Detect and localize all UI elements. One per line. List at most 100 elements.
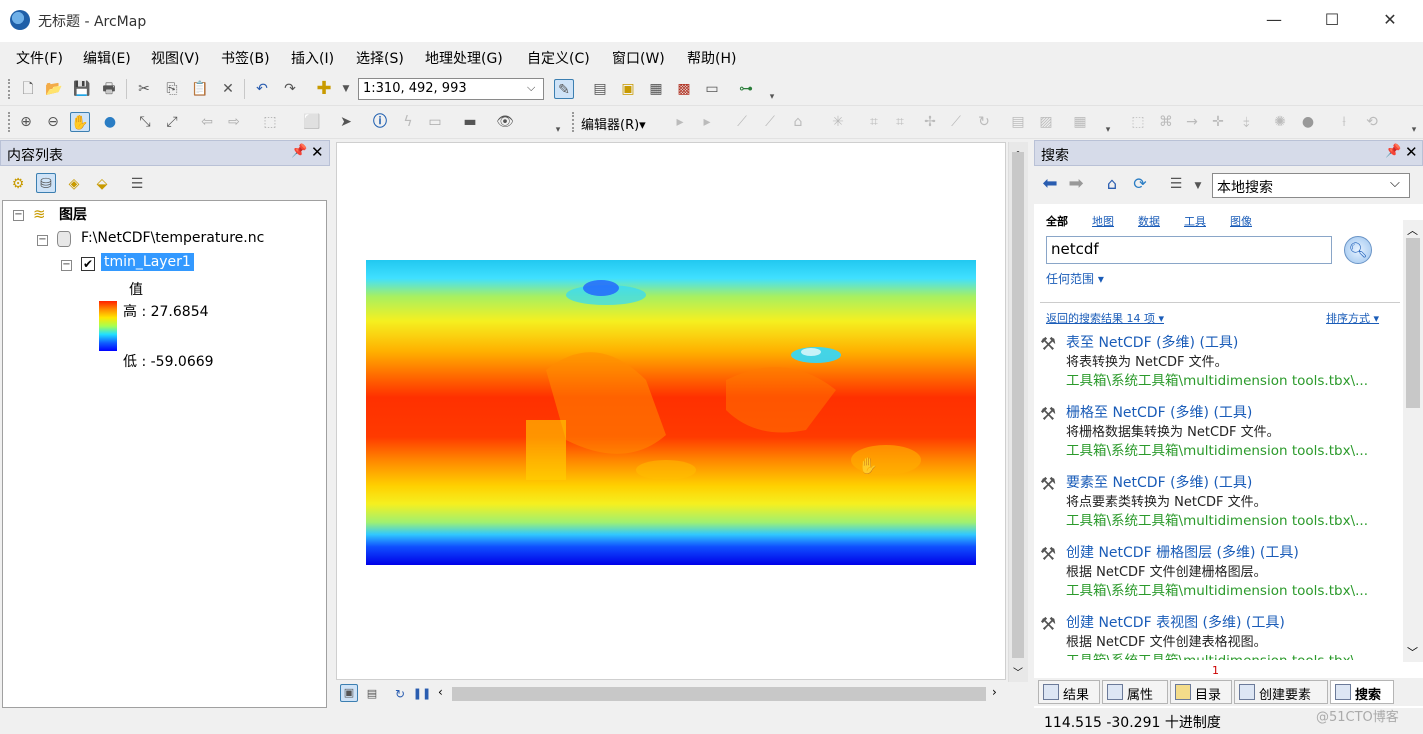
temperature-raster[interactable] — [366, 260, 976, 565]
h-scroll-thumb[interactable] — [452, 687, 986, 701]
scroll-down-icon[interactable]: ﹀ — [1013, 664, 1023, 679]
reshape-icon[interactable]: ⌗ — [890, 112, 910, 132]
search-scroll-down-icon[interactable]: ﹀ — [1407, 644, 1418, 660]
forward-arrow-icon[interactable]: ⇨ — [224, 112, 244, 132]
forward-icon[interactable]: ➡ — [1066, 174, 1086, 194]
result-title[interactable]: 栅格至 NetCDF (多维) (工具) — [1066, 402, 1252, 422]
edit-vertices-icon[interactable]: ⌗ — [864, 112, 884, 132]
view-options-dropdown-icon[interactable]: ▼ — [1188, 176, 1208, 196]
georef-icon-5[interactable]: ⤈ — [1236, 112, 1256, 132]
menu-bookmarks[interactable]: 书签(B) — [221, 48, 270, 68]
search-scope-select[interactable]: 本地搜索 — [1212, 173, 1410, 198]
toolbar-grip[interactable] — [8, 79, 12, 99]
maximize-button[interactable]: ☐ — [1320, 8, 1344, 32]
scroll-thumb[interactable] — [1012, 152, 1024, 658]
toc-close-icon[interactable]: ✕ — [311, 143, 324, 161]
tab-properties[interactable]: 属性 — [1102, 680, 1168, 704]
hyperlink-icon[interactable]: ϟ — [398, 112, 418, 132]
result-title[interactable]: 创建 NetCDF 表视图 (多维) (工具) — [1066, 612, 1285, 632]
toolbar-options-icon-2[interactable]: ▾ — [548, 120, 568, 140]
menu-file[interactable]: 文件(F) — [16, 48, 63, 68]
result-title[interactable]: 要素至 NetCDF (多维) (工具) — [1066, 472, 1252, 492]
layer-name-selected[interactable]: tmin_Layer1 — [101, 253, 194, 271]
home-icon[interactable]: ⌂ — [1102, 174, 1122, 194]
edit-tool-icon[interactable]: ▸ — [670, 112, 690, 132]
arctoolbox-icon[interactable]: ▩ — [674, 79, 694, 99]
minimize-button[interactable]: — — [1262, 8, 1286, 32]
georef-icon-6[interactable]: ✺ — [1270, 112, 1290, 132]
identify-icon[interactable]: ⓘ — [370, 112, 390, 132]
undo-icon[interactable]: ↶ — [252, 79, 272, 99]
toolbar-options-icon[interactable]: ▾ — [762, 87, 782, 107]
trace-icon[interactable]: ⌂ — [788, 112, 808, 132]
search-input[interactable]: netcdf — [1046, 236, 1332, 264]
menu-insert[interactable]: 插入(I) — [291, 48, 334, 68]
category-all[interactable]: 全部 — [1046, 213, 1068, 229]
menu-windows[interactable]: 窗口(W) — [612, 48, 665, 68]
toolbar-options-icon-4[interactable]: ▾ — [1404, 120, 1423, 140]
menu-view[interactable]: 视图(V) — [151, 48, 200, 68]
scroll-right-icon[interactable]: › — [992, 685, 997, 699]
select-elements-arrow-icon[interactable]: ➤ — [336, 112, 356, 132]
toc-options-icon[interactable]: ☰ — [127, 174, 147, 194]
result-path[interactable]: 工具箱\系统工具箱\multidimension tools.tbx\... — [1066, 369, 1386, 389]
collapse-layer-icon[interactable]: − — [61, 260, 72, 271]
attributes-icon[interactable]: ▤ — [1008, 112, 1028, 132]
georef-icon-8[interactable]: ⟊ — [1334, 112, 1354, 132]
search-scrollbar[interactable]: ︿ ﹀ — [1403, 220, 1423, 662]
fixed-zoom-in-icon[interactable]: ⤡ — [135, 112, 155, 132]
search-window-icon[interactable]: ▦ — [646, 79, 666, 99]
arcmap-app-icon[interactable] — [10, 10, 30, 30]
pan-hand-icon[interactable]: ✋ — [70, 112, 90, 132]
cut-polygons-icon[interactable]: ✢ — [920, 112, 940, 132]
list-by-selection-icon[interactable]: ⬙ — [92, 174, 112, 194]
save-icon[interactable]: 💾 — [72, 79, 92, 99]
view-options-icon[interactable]: ☰ — [1166, 174, 1186, 194]
results-count[interactable]: 返回的搜索结果 14 项 ▾ — [1046, 310, 1164, 326]
add-data-dropdown-icon[interactable]: ▼ — [336, 79, 356, 99]
pin-icon[interactable]: 📌 — [291, 144, 307, 159]
back-icon[interactable]: ⬅ — [1040, 174, 1060, 194]
list-by-source-icon[interactable]: ⛁ — [36, 173, 56, 193]
split-icon[interactable]: ⟋ — [946, 112, 966, 132]
search-go-icon[interactable]: 🔍︎ — [1344, 236, 1372, 264]
collapse-source-icon[interactable]: − — [37, 235, 48, 246]
toolbar-options-icon-3[interactable]: ▾ — [1098, 120, 1118, 140]
cut-icon[interactable]: ✂ — [134, 79, 154, 99]
result-path[interactable]: 工具箱\系统工具箱\multidimension tools.tbx\... — [1066, 439, 1386, 459]
copy-icon[interactable]: ⎘ — [162, 79, 182, 99]
category-maps[interactable]: 地图 — [1092, 213, 1114, 229]
fixed-zoom-out-icon[interactable]: ⤢ — [162, 112, 182, 132]
html-popup-icon[interactable]: ▭ — [425, 112, 445, 132]
tab-catalog[interactable]: 目录 — [1170, 680, 1232, 704]
print-icon[interactable]: 🖶 — [99, 79, 119, 99]
editor-toolbar-toggle-icon[interactable]: ✎ — [554, 79, 574, 99]
catalog-icon[interactable]: ▣ — [618, 79, 638, 99]
model-builder-icon[interactable]: ⊶ — [736, 79, 756, 99]
georef-icon-7[interactable]: ● — [1298, 112, 1318, 132]
result-path[interactable]: 工具箱\系统工具箱\multidimension tools.tbx\... — [1066, 509, 1386, 529]
refresh-view-icon[interactable]: ↻ — [390, 684, 410, 704]
clear-selection-icon[interactable]: ⬜ — [302, 112, 322, 132]
redo-icon[interactable]: ↷ — [280, 79, 300, 99]
menu-selection[interactable]: 选择(S) — [356, 48, 404, 68]
menu-edit[interactable]: 编辑(E) — [83, 48, 131, 68]
straight-segment-icon[interactable]: ⟋ — [732, 112, 752, 132]
scroll-left-icon[interactable]: ‹ — [438, 685, 443, 699]
scope-dropdown-icon[interactable]: ⌵ — [1390, 176, 1400, 191]
extent-dropdown[interactable]: 任何范围 ▾ — [1046, 270, 1104, 287]
search-pin-icon[interactable]: 📌 — [1385, 144, 1401, 159]
edit-annotation-icon[interactable]: ▸ — [697, 112, 717, 132]
category-tools[interactable]: 工具 — [1184, 213, 1206, 229]
add-data-icon[interactable]: ✚ — [314, 79, 334, 99]
find-binoculars-icon[interactable]: 👁 — [495, 112, 515, 132]
end-point-arc-icon[interactable]: ⟋ — [760, 112, 780, 132]
result-path[interactable]: 工具箱\系统工具箱\multidimension tools.tbx\... — [1066, 579, 1386, 599]
zoom-in-icon[interactable]: ⊕ — [16, 112, 36, 132]
sketch-properties-icon[interactable]: ▨ — [1036, 112, 1056, 132]
tab-search[interactable]: 搜索 — [1330, 680, 1394, 704]
close-button[interactable]: ✕ — [1378, 8, 1402, 32]
category-data[interactable]: 数据 — [1138, 213, 1160, 229]
list-by-visibility-icon[interactable]: ◈ — [64, 174, 84, 194]
create-features-icon[interactable]: ▦ — [1070, 112, 1090, 132]
